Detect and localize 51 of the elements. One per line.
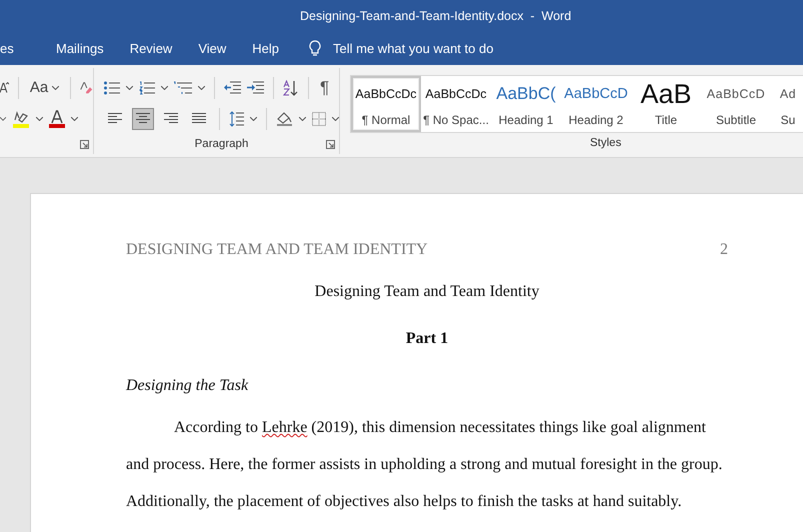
change-case-button[interactable]: Aa — [28, 79, 62, 96]
document-title: Designing Team and Team Identity — [314, 283, 540, 300]
sort-icon[interactable] — [283, 80, 299, 96]
align-right-icon — [164, 113, 178, 124]
caret-icon[interactable] — [126, 86, 133, 90]
part-heading: Part 1 — [406, 330, 448, 347]
tell-me-search-field[interactable]: Tell me what you want to do — [333, 41, 534, 56]
body-text-line: According to Lehrke (2019), this dimension necessitates things like goal alignment — [173, 418, 706, 438]
caret-icon[interactable] — [36, 116, 43, 120]
running-head: DESIGNING TEAM AND TEAM IDENTITY — [126, 240, 428, 260]
align-justify-icon — [192, 113, 206, 124]
caret-icon[interactable] — [0, 116, 6, 120]
section-heading: Designing the Task — [126, 377, 248, 394]
window-title: Designing-Team-and-Team-Identity.docx - Word — [300, 9, 572, 23]
ribbon-tab[interactable]: Review — [130, 37, 172, 60]
lightbulb-icon — [309, 40, 322, 57]
multilevel-list-icon[interactable] — [174, 80, 192, 94]
body-text-line: Additionally, the placement of objectives also helps to finish the tasks at hand suitably. — [126, 492, 682, 512]
dialog-launcher-icon[interactable] — [80, 140, 89, 148]
increase-indent-icon[interactable] — [247, 81, 264, 94]
align-center-button[interactable] — [132, 108, 154, 130]
line-spacing-icon[interactable] — [229, 110, 244, 126]
caret-icon — [52, 86, 60, 90]
caret-icon[interactable] — [71, 116, 78, 120]
numbered-list-icon[interactable] — [139, 80, 155, 94]
align-left-icon — [108, 113, 122, 124]
caret-icon[interactable] — [250, 116, 257, 120]
page-number: 2 — [720, 240, 728, 260]
font-color-icon[interactable] — [49, 110, 65, 128]
caret-icon[interactable] — [332, 116, 339, 120]
body-text-line: and process. Here, the former assists in upholding a strong and mutual foresight in the group. — [126, 455, 722, 475]
caret-icon[interactable] — [299, 116, 306, 120]
eraser-icon[interactable] — [80, 80, 94, 96]
highlighter-icon[interactable] — [12, 110, 30, 128]
bullet-list-icon[interactable] — [104, 80, 120, 94]
grow-font-icon[interactable] — [0, 80, 10, 96]
ribbon-tab[interactable]: es — [0, 37, 30, 60]
show-formatting-marks-button[interactable]: ¶ — [318, 78, 332, 98]
group-label: Styles — [590, 137, 622, 149]
caret-icon[interactable] — [198, 86, 205, 90]
decrease-indent-icon[interactable] — [224, 81, 241, 94]
borders-icon[interactable] — [312, 112, 326, 126]
ribbon-tab[interactable]: Mailings — [56, 37, 104, 60]
align-center-icon — [136, 113, 150, 124]
group-label: Paragraph — [194, 138, 248, 150]
dialog-launcher-icon[interactable] — [326, 140, 335, 149]
caret-icon[interactable] — [161, 86, 168, 90]
ribbon-tab[interactable]: Help — [252, 37, 280, 60]
ribbon-tab[interactable]: View — [198, 37, 226, 60]
style-item[interactable]: AaBbCcDc ¶ Normal — [351, 76, 421, 132]
paint-bucket-icon[interactable] — [276, 110, 293, 126]
